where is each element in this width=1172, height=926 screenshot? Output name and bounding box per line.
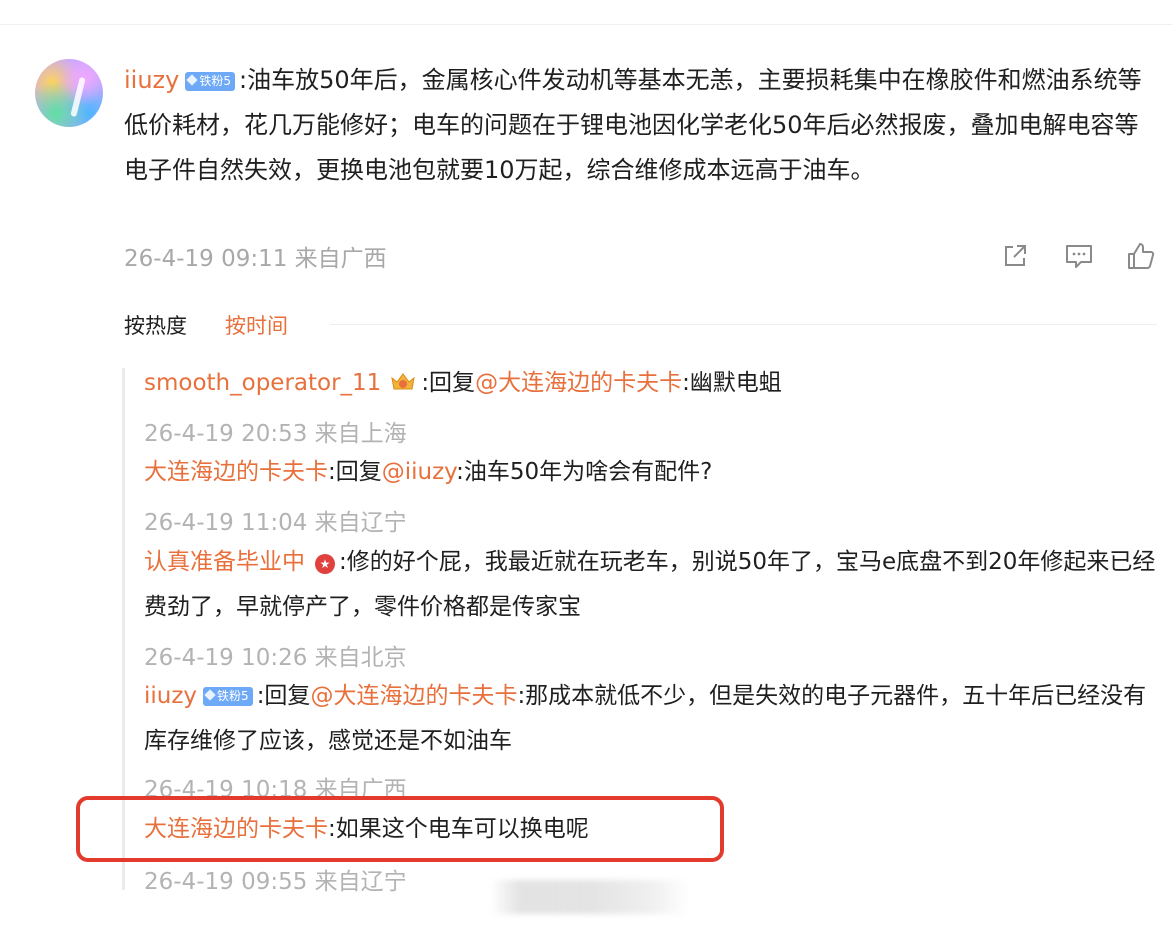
like-button[interactable] bbox=[1125, 240, 1157, 272]
like-icon bbox=[1128, 243, 1155, 269]
sort-tabs: 按热度 按时间 bbox=[124, 310, 326, 340]
reply-meta: 26-4-19 10:26 来自北京 bbox=[144, 645, 407, 671]
reply-prefix: :回复 bbox=[421, 370, 476, 396]
share-icon bbox=[1005, 245, 1026, 266]
fan-badge: 铁粉5 bbox=[203, 687, 253, 706]
reply-username[interactable]: smooth_operator_11 bbox=[144, 370, 381, 396]
mention-link[interactable]: @大连海边的卡夫卡 bbox=[475, 370, 682, 396]
main-comment-text: :油车放50年后，金属核心件发动机等基本无恙，主要损耗集中在橡胶件和燃油系统等低… bbox=[124, 66, 1142, 184]
reply-meta: 26-4-19 20:53 来自上海 bbox=[144, 421, 407, 447]
fan-badge-label: 铁粉5 bbox=[199, 74, 231, 88]
share-button[interactable] bbox=[999, 240, 1031, 272]
comment-icon bbox=[1066, 245, 1092, 268]
reply-text: :幽默电蛆 bbox=[682, 370, 782, 396]
crown-icon bbox=[389, 364, 417, 390]
reply-username[interactable]: 认真准备毕业中 bbox=[144, 549, 305, 575]
blurred-area bbox=[490, 880, 690, 914]
diamond-icon bbox=[186, 74, 199, 86]
reply-prefix: :回复 bbox=[256, 683, 311, 709]
main-username[interactable]: iiuzy bbox=[124, 66, 179, 94]
avatar[interactable] bbox=[35, 59, 103, 127]
main-comment-body: iiuzy 铁粉5:油车放50年后，金属核心件发动机等基本无恙，主要损耗集中在橡胶… bbox=[124, 58, 1154, 193]
reply-username[interactable]: iiuzy bbox=[144, 683, 197, 709]
red-star-badge-icon: ★ bbox=[315, 554, 335, 574]
reply-item: iiuzy 铁粉5:回复@大连海边的卡夫卡:那成本就低不少，但是失效的电子元器件，… bbox=[144, 674, 1160, 764]
reply-meta: 26-4-19 11:04 来自辽宁 bbox=[144, 510, 407, 536]
action-bar bbox=[995, 240, 1160, 272]
reply-item: smooth_operator_11 :回复@大连海边的卡夫卡:幽默电蛆 bbox=[144, 361, 1160, 406]
diamond-icon bbox=[204, 689, 216, 701]
tab-sort-time[interactable]: 按时间 bbox=[225, 314, 288, 338]
reply-item: 大连海边的卡夫卡:回复@iiuzy:油车50年为啥会有配件? bbox=[144, 450, 1160, 495]
comment-button[interactable] bbox=[1063, 240, 1095, 272]
reply-text: :油车50年为啥会有配件? bbox=[456, 459, 713, 485]
reply-username[interactable]: 大连海边的卡夫卡 bbox=[144, 459, 328, 485]
mention-link[interactable]: @iiuzy bbox=[382, 459, 456, 485]
reply-meta: 26-4-19 09:55 来自辽宁 bbox=[144, 869, 407, 895]
fan-badge-label: 铁粉5 bbox=[217, 689, 249, 703]
main-comment: iiuzy 铁粉5:油车放50年后，金属核心件发动机等基本无恙，主要损耗集中在橡胶… bbox=[124, 58, 1154, 193]
highlight-box bbox=[76, 796, 724, 862]
reply-item: 认真准备毕业中 ★:修的好个屁，我最近就在玩老车，别说50年了，宝马e底盘不到20… bbox=[144, 540, 1160, 630]
tab-sort-hot[interactable]: 按热度 bbox=[124, 314, 187, 338]
sort-divider bbox=[330, 324, 1157, 325]
main-comment-meta: 26-4-19 09:11 来自广西 bbox=[124, 246, 387, 272]
reply-prefix: :回复 bbox=[328, 459, 382, 485]
top-divider bbox=[0, 24, 1172, 25]
mention-link[interactable]: @大连海边的卡夫卡 bbox=[310, 683, 517, 709]
fan-badge: 铁粉5 bbox=[185, 72, 235, 91]
